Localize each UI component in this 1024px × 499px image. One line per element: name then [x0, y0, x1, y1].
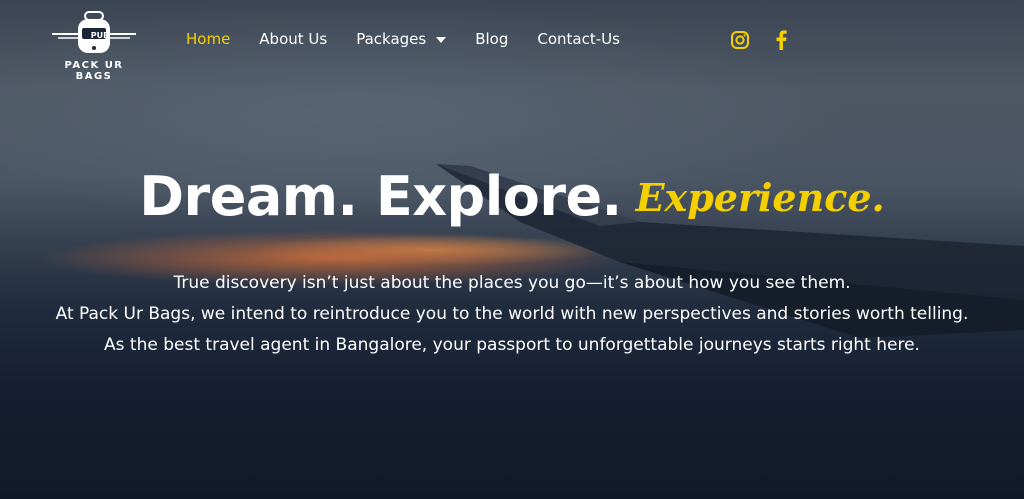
- brand-logo[interactable]: PACK UR BAGS: [44, 8, 144, 82]
- nav-about-us[interactable]: About Us: [259, 30, 327, 48]
- hero-line-1: True discovery isn’t just about the plac…: [173, 273, 851, 293]
- logo-badge-text: PUB: [91, 31, 109, 40]
- main-nav: Home About Us Packages Blog Contact-Us: [186, 30, 649, 48]
- caret-down-icon: [436, 37, 447, 43]
- social-links: [730, 30, 812, 54]
- hero-description: True discovery isn’t just about the plac…: [0, 268, 1024, 361]
- nav-blog[interactable]: Blog: [475, 30, 508, 48]
- headline-main: Dream. Explore.: [139, 165, 622, 228]
- instagram-link[interactable]: [730, 30, 750, 54]
- hero-headline: Dream. Explore. Experience.: [0, 165, 1024, 228]
- hero-line-2: At Pack Ur Bags, we intend to reintroduc…: [55, 304, 969, 324]
- logo-badge: PUB: [91, 31, 109, 40]
- facebook-icon: [776, 30, 787, 50]
- nav-contact-us[interactable]: Contact-Us: [537, 30, 620, 48]
- nav-packages-label: Packages: [356, 30, 427, 48]
- hero-line-3: As the best travel agent in Bangalore, y…: [104, 335, 920, 355]
- facebook-link[interactable]: [774, 30, 788, 54]
- nav-packages[interactable]: Packages: [356, 30, 447, 48]
- instagram-icon: [731, 31, 749, 49]
- brand-name: PACK UR BAGS: [64, 60, 124, 82]
- site-header: PACK UR BAGS PUB Home About Us Packages …: [0, 0, 1024, 82]
- nav-home[interactable]: Home: [186, 30, 230, 48]
- headline-accent: Experience.: [635, 175, 885, 220]
